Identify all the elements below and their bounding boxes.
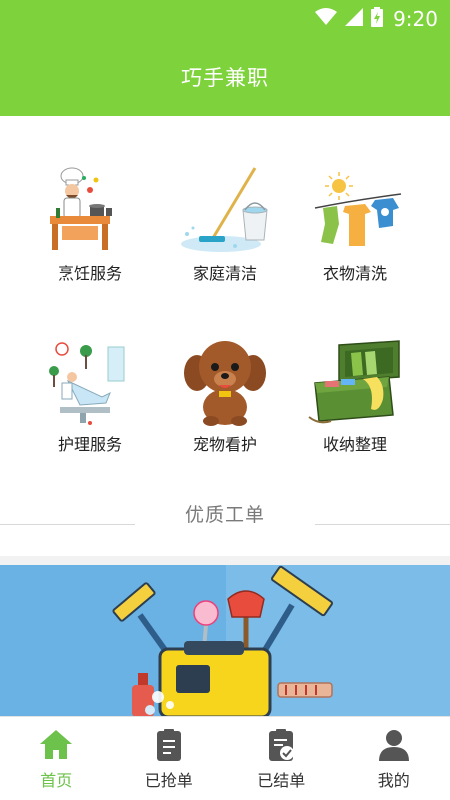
status-bar: 9:20 bbox=[0, 0, 450, 38]
mop-bucket-illustration bbox=[181, 167, 268, 252]
storage-box-illustration bbox=[308, 340, 400, 424]
service-nursing-label: 护理服务 bbox=[57, 435, 122, 454]
section-gap bbox=[0, 556, 450, 565]
completed-orders-icon bbox=[269, 729, 295, 761]
signal-icon bbox=[345, 8, 364, 30]
clothesline-illustration bbox=[314, 172, 402, 246]
chef-cooking-illustration bbox=[50, 167, 112, 250]
grabbed-orders-icon bbox=[156, 729, 181, 761]
service-pet-care[interactable]: 宠物看护 bbox=[150, 337, 300, 455]
nav-completed-orders-label: 已结单 bbox=[257, 771, 306, 790]
home-icon bbox=[40, 730, 73, 759]
service-house-cleaning[interactable]: 家庭清洁 bbox=[150, 166, 300, 284]
wifi-icon bbox=[315, 8, 338, 30]
service-storage-label: 收纳整理 bbox=[322, 435, 387, 454]
poodle-illustration bbox=[184, 341, 266, 426]
section-title: 优质工单 bbox=[184, 504, 265, 526]
section-header: 优质工单 bbox=[0, 498, 450, 534]
service-cooking[interactable]: 烹饪服务 bbox=[15, 166, 165, 284]
app-bar: 巧手兼职 bbox=[0, 38, 450, 116]
service-nursing[interactable]: 护理服务 bbox=[15, 337, 165, 455]
nav-home-label: 首页 bbox=[40, 771, 73, 790]
divider-right bbox=[315, 524, 450, 525]
nav-grabbed-orders-label: 已抢单 bbox=[144, 771, 193, 790]
nav-grabbed-orders[interactable]: 已抢单 bbox=[113, 717, 226, 800]
nav-profile-label: 我的 bbox=[377, 771, 410, 790]
service-laundry-label: 衣物清洗 bbox=[322, 264, 387, 283]
bottom-nav: 首页 已抢单 已结单 我的 bbox=[0, 716, 450, 800]
service-cooking-label: 烹饪服务 bbox=[57, 264, 122, 283]
cleaning-equipment-illustration bbox=[0, 565, 450, 717]
dental-care-illustration bbox=[49, 342, 125, 425]
service-pet-care-label: 宠物看护 bbox=[192, 435, 257, 454]
app-screen: 9:20 巧手兼职 烹饪服务 家庭清洁 衣物清洗 护理服务 宠物看护 收纳整理 … bbox=[0, 0, 450, 800]
nav-home[interactable]: 首页 bbox=[0, 717, 113, 800]
app-title: 巧手兼职 bbox=[181, 66, 269, 90]
service-storage[interactable]: 收纳整理 bbox=[280, 337, 430, 455]
promo-banner[interactable] bbox=[0, 565, 450, 717]
nav-completed-orders[interactable]: 已结单 bbox=[225, 717, 338, 800]
battery-icon bbox=[371, 7, 384, 31]
status-time: 9:20 bbox=[393, 7, 438, 31]
service-house-cleaning-label: 家庭清洁 bbox=[192, 264, 257, 283]
nav-profile[interactable]: 我的 bbox=[338, 717, 450, 800]
service-laundry[interactable]: 衣物清洗 bbox=[280, 166, 430, 284]
profile-icon bbox=[378, 730, 409, 761]
